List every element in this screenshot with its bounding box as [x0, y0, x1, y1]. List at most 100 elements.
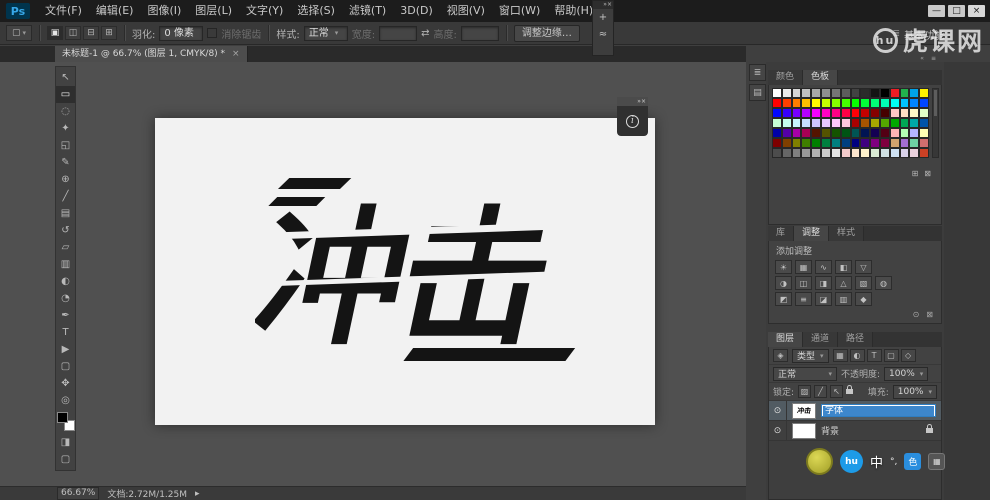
color-swatch[interactable] — [851, 129, 860, 137]
color-swatch[interactable] — [880, 109, 889, 117]
color-swatch[interactable] — [822, 139, 830, 147]
tool-preset-picker[interactable]: ▢ ▾ — [6, 25, 32, 41]
invert-icon[interactable]: ◩ — [775, 292, 792, 306]
adjustments-tab-调整[interactable]: 调整 — [794, 226, 830, 241]
selective-color-icon[interactable]: ◆ — [855, 292, 872, 306]
lock-position-icon[interactable]: ↖ — [830, 385, 844, 398]
layer-visibility-icon[interactable]: ⊙ — [769, 400, 787, 421]
color-swatch[interactable] — [910, 149, 919, 157]
color-swatch[interactable] — [910, 119, 919, 127]
color-swatch[interactable] — [880, 129, 889, 137]
color-swatch[interactable] — [880, 139, 889, 147]
path-selection-tool[interactable]: ▶ — [56, 341, 75, 358]
width-input[interactable] — [379, 25, 418, 41]
color-swatch[interactable] — [871, 89, 879, 97]
scrollbar[interactable] — [932, 88, 939, 158]
menu-item[interactable]: 3D(D) — [393, 0, 440, 22]
floating-mini-panel[interactable]: »× + ≈ — [592, 0, 614, 56]
pixel-layer-filter-icon[interactable]: ▦ — [832, 349, 848, 362]
scrollbar-thumb[interactable] — [934, 90, 937, 116]
color-swatch[interactable] — [773, 149, 781, 157]
color-swatch[interactable] — [880, 119, 889, 127]
color-swatch[interactable] — [920, 99, 928, 107]
color-swatch[interactable] — [822, 109, 830, 117]
color-swatch[interactable] — [782, 139, 791, 147]
spot-healing-brush-tool[interactable]: ⊕ — [56, 171, 75, 188]
opacity-select[interactable]: 100% ▾ — [884, 366, 929, 381]
color-swatch[interactable] — [773, 129, 781, 137]
menu-item[interactable]: 图像(I) — [140, 0, 188, 22]
add-to-selection-icon[interactable]: ◫ — [65, 26, 81, 40]
color-swatch[interactable] — [851, 119, 860, 127]
color-swatch[interactable] — [910, 109, 919, 117]
color-swatch[interactable] — [782, 129, 791, 137]
zoom-tool[interactable]: ◎ — [56, 392, 75, 409]
photo-filter-icon[interactable]: △ — [835, 276, 852, 290]
color-swatch[interactable] — [831, 129, 840, 137]
exposure-icon[interactable]: ◧ — [835, 260, 852, 274]
style-select[interactable]: 正常 ▾ — [303, 25, 348, 41]
color-swatch[interactable] — [920, 119, 928, 127]
color-swatch[interactable] — [822, 149, 830, 157]
layers-tab-图层[interactable]: 图层 — [768, 332, 804, 347]
adjustments-tab-库[interactable]: 库 — [768, 226, 795, 241]
swap-dimensions-icon[interactable]: ⇄ — [421, 28, 429, 39]
swatches-tab-颜色[interactable]: 颜色 — [768, 70, 804, 85]
refine-edge-button[interactable]: 调整边缘… — [513, 24, 580, 42]
color-swatch[interactable] — [841, 119, 850, 127]
zoom-level-field[interactable]: 66.67% — [57, 487, 100, 500]
swatches-tab-色板[interactable]: 色板 — [803, 70, 839, 85]
color-swatch[interactable] — [792, 149, 801, 157]
color-swatch[interactable] — [812, 129, 821, 137]
blur-tool[interactable]: ◐ — [56, 273, 75, 290]
quick-mask-icon[interactable]: ◨ — [56, 434, 75, 451]
color-swatch[interactable] — [831, 89, 840, 97]
color-swatch[interactable] — [861, 139, 870, 147]
color-swatch[interactable] — [841, 109, 850, 117]
color-swatch[interactable] — [773, 99, 781, 107]
canvas-area[interactable]: 冲击 ↖ ▭ ◌ ✦ ◱ ✎ ⊕ ╱ ▤ ↺ ▱ ▥ ◐ ◔ ✒ T ▶ ▢ ✥ ◎ ◨ ▢ »× i — [0, 62, 746, 486]
color-swatch[interactable] — [900, 109, 909, 117]
color-swatch[interactable] — [900, 129, 909, 137]
color-swatch[interactable] — [920, 149, 928, 157]
height-input[interactable] — [460, 25, 499, 41]
layer-name-input[interactable]: 字体 — [821, 404, 936, 417]
ime-punctuation-indicator[interactable]: °, — [890, 457, 897, 467]
move-tool[interactable]: ↖ — [56, 69, 75, 86]
color-swatch[interactable] — [802, 129, 811, 137]
minimize-button[interactable]: — — [928, 5, 945, 17]
layer-thumbnail[interactable]: 冲击 — [792, 402, 816, 419]
shape-layer-filter-icon[interactable]: ▢ — [883, 349, 899, 362]
clone-stamp-tool[interactable]: ▤ — [56, 205, 75, 222]
black-white-icon[interactable]: ◨ — [815, 276, 832, 290]
color-swatch[interactable] — [900, 149, 909, 157]
filter-kind-icon[interactable]: ◈ — [773, 349, 788, 362]
menu-item[interactable]: 文字(Y) — [239, 0, 290, 22]
color-swatch[interactable] — [812, 139, 821, 147]
panel-header[interactable]: »× — [593, 1, 613, 9]
color-swatch[interactable] — [910, 99, 919, 107]
color-swatch[interactable] — [812, 119, 821, 127]
smart-object-filter-icon[interactable]: ◇ — [900, 349, 916, 362]
layers-tab-路径[interactable]: 路径 — [838, 332, 874, 347]
hue-saturation-icon[interactable]: ◑ — [775, 276, 792, 290]
ime-mode-indicator[interactable]: 中 — [870, 452, 883, 471]
layer-row[interactable]: ⊙ 背景 — [769, 420, 941, 441]
color-swatch[interactable] — [871, 99, 879, 107]
color-swatch[interactable] — [861, 99, 870, 107]
lock-pixels-icon[interactable]: ╱ — [814, 385, 828, 398]
lock-transparency-icon[interactable]: ▨ — [798, 385, 812, 398]
color-swatch[interactable] — [861, 129, 870, 137]
levels-icon[interactable]: ▦ — [795, 260, 812, 274]
eyedropper-sample-icon[interactable]: + — [593, 9, 613, 26]
menu-item[interactable]: 文件(F) — [38, 0, 89, 22]
color-swatch[interactable] — [861, 119, 870, 127]
color-swatch[interactable] — [773, 139, 781, 147]
pen-tool[interactable]: ✒ — [56, 307, 75, 324]
color-swatch[interactable] — [782, 119, 791, 127]
color-swatch[interactable] — [890, 109, 899, 117]
rectangular-marquee-tool[interactable]: ▭ — [56, 86, 75, 103]
color-swatch[interactable] — [851, 149, 860, 157]
blend-mode-select[interactable]: 正常 ▾ — [773, 366, 837, 381]
color-swatch[interactable] — [871, 149, 879, 157]
